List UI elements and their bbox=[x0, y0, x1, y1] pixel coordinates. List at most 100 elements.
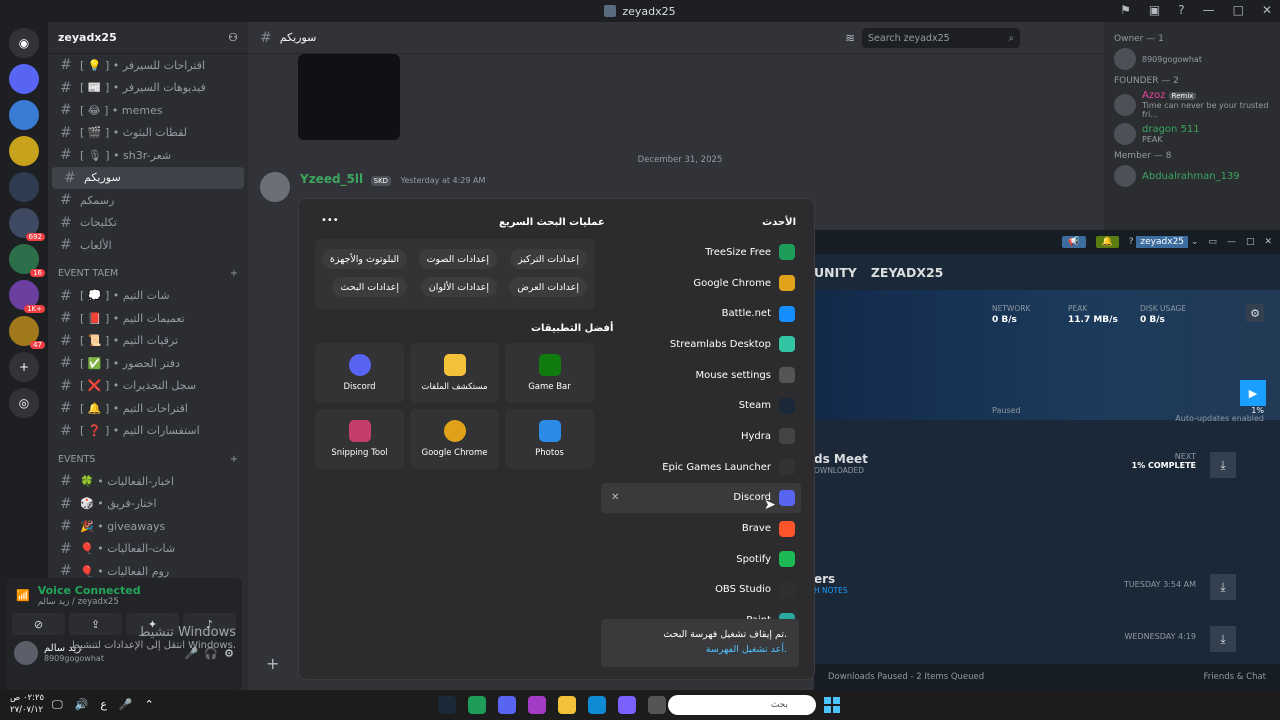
notifications-icon[interactable]: 🔔 bbox=[1095, 236, 1119, 248]
taskbar-search[interactable]: بحث bbox=[668, 695, 816, 715]
attach-button[interactable]: + bbox=[266, 654, 279, 673]
channel-item[interactable]: # [ 📕 ] • تعميمات التيم bbox=[48, 307, 248, 330]
channel-item[interactable]: # 🎉 • giveaways bbox=[48, 515, 248, 538]
recent-app-item[interactable]: Steam bbox=[601, 390, 801, 421]
recent-app-item[interactable]: OBS Studio bbox=[601, 575, 801, 606]
gear-icon[interactable]: ⚙ bbox=[1246, 304, 1264, 322]
maximize-button[interactable]: □ bbox=[1233, 3, 1244, 17]
tab-profile[interactable]: ZEYADX25 bbox=[871, 265, 944, 280]
channel-item[interactable]: # [ ✅ ] • دفتر الحضور bbox=[48, 352, 248, 375]
channel-item[interactable]: # سوريكم bbox=[52, 166, 244, 189]
server-icon[interactable] bbox=[9, 172, 39, 202]
server-icon[interactable] bbox=[9, 136, 39, 166]
notification-icon[interactable]: 🖵 bbox=[52, 698, 63, 712]
quick-search-chip[interactable]: إعدادات الألوان bbox=[420, 277, 497, 297]
avatar[interactable] bbox=[14, 641, 38, 665]
megaphone-icon[interactable]: 📢 bbox=[1062, 236, 1086, 248]
download-item[interactable]: ers H NOTES TUESDAY 3:54 AM ⤓ bbox=[814, 572, 1280, 600]
server-icon[interactable]: 47 bbox=[9, 316, 45, 349]
home-button[interactable]: ◉ bbox=[9, 28, 39, 58]
discover-icon[interactable]: ◎ bbox=[9, 388, 39, 418]
image-embed[interactable] bbox=[298, 54, 400, 140]
discord-taskbar-icon[interactable] bbox=[498, 696, 516, 714]
start-button[interactable] bbox=[824, 697, 840, 713]
app-tile[interactable]: Game Bar bbox=[505, 343, 594, 403]
threads-icon[interactable]: ≋ bbox=[845, 31, 855, 45]
add-member-icon[interactable]: ⚇ bbox=[228, 31, 238, 44]
category-events[interactable]: EVENTS + bbox=[48, 448, 248, 470]
server-icon[interactable]: 1K+ bbox=[9, 280, 45, 313]
close-icon[interactable]: ✕ bbox=[611, 492, 619, 503]
member-item[interactable]: 8909gogowhat bbox=[1114, 48, 1270, 70]
download-item[interactable]: ds Meet OWNLOADED NEXT 1% COMPLETE ⤓ bbox=[814, 452, 1280, 478]
quick-search-chip[interactable]: إعدادات التركيز bbox=[509, 249, 587, 269]
channel-item[interactable]: # الألعاب bbox=[48, 234, 248, 257]
recent-app-item[interactable]: Hydra bbox=[601, 421, 801, 452]
file-explorer-taskbar-icon[interactable] bbox=[558, 696, 576, 714]
channel-item[interactable]: # [ 💭 ] • شات التيم bbox=[48, 285, 248, 308]
taskbar-app-icon[interactable] bbox=[648, 696, 666, 714]
minimize-button[interactable]: — bbox=[1203, 3, 1215, 17]
avatar[interactable] bbox=[260, 172, 290, 202]
channel-item[interactable]: # [ 📰 ] • فيديوهات السيرفر bbox=[48, 77, 248, 100]
category-event-team[interactable]: EVENT TAEM + bbox=[48, 263, 248, 285]
mic-icon[interactable]: 🎤 bbox=[119, 698, 133, 712]
recent-app-item[interactable]: Google Chrome bbox=[601, 268, 801, 299]
channel-item[interactable]: # 🎲 • اختار-فريق bbox=[48, 493, 248, 516]
quick-search-chip[interactable]: إعدادات الصوت bbox=[418, 249, 497, 269]
edge-taskbar-icon[interactable] bbox=[588, 696, 606, 714]
quick-search-chip[interactable]: البلوتوث والأجهزة bbox=[321, 249, 407, 269]
channel-item[interactable]: # [ 💡 ] • اقتراحات للسيرفر bbox=[48, 54, 248, 77]
minimize-button[interactable]: — bbox=[1227, 237, 1236, 247]
channel-item[interactable]: # تكليجات bbox=[48, 212, 248, 235]
recent-app-item[interactable]: Battle.net bbox=[601, 298, 801, 329]
volume-icon[interactable]: 🔊 bbox=[75, 698, 89, 712]
channel-item[interactable]: # [ 🔔 ] • اقتراحات التيم bbox=[48, 397, 248, 420]
restart-indexing-link[interactable]: أعد تشغيل الفهرسة. bbox=[613, 644, 787, 655]
server-icon[interactable] bbox=[9, 100, 39, 130]
recent-app-item[interactable]: Streamlabs Desktop bbox=[601, 329, 801, 360]
recent-app-item[interactable]: Brave bbox=[601, 513, 801, 544]
steam-account[interactable]: ? zeyadx25 ⌄ bbox=[1129, 236, 1198, 248]
channel-item[interactable]: # رسمكم bbox=[48, 189, 248, 212]
channel-item[interactable]: # [ ❓ ] • استفسارات التيم bbox=[48, 420, 248, 443]
recent-app-item[interactable]: Spotify bbox=[601, 544, 801, 575]
video-off-button[interactable]: ⊘ bbox=[12, 613, 65, 635]
member-item[interactable]: dragon 511 PEAK bbox=[1114, 123, 1270, 145]
downloads-status[interactable]: Downloads Paused - 2 Items Queued bbox=[828, 672, 984, 682]
inbox-icon[interactable]: ⚑ bbox=[1120, 3, 1131, 17]
recent-app-item[interactable]: TreeSize Free bbox=[601, 237, 801, 268]
recent-app-item[interactable]: Mouse settings bbox=[601, 360, 801, 391]
quick-search-chip[interactable]: إعدادات العرض bbox=[509, 277, 587, 297]
recent-app-item[interactable]: Epic Games Launcher bbox=[601, 452, 801, 483]
server-icon[interactable]: 692 bbox=[9, 208, 45, 241]
tab-community[interactable]: UNITY bbox=[814, 265, 857, 280]
channel-item[interactable]: # [ 🎙 ] • sh3r-شعر bbox=[48, 144, 248, 167]
taskbar-app-icon[interactable] bbox=[468, 696, 486, 714]
app-tile[interactable]: Snipping Tool bbox=[315, 409, 404, 469]
taskbar-app-icon[interactable] bbox=[528, 696, 546, 714]
add-server-button[interactable]: + bbox=[9, 352, 39, 382]
app-tile[interactable]: Google Chrome bbox=[410, 409, 499, 469]
close-button[interactable]: ✕ bbox=[1262, 3, 1272, 17]
clock[interactable]: ٠٢:٢٥ ص ٢٧/٠٧/١٢ bbox=[10, 692, 44, 716]
channel-item[interactable]: # [ 🎬 ] • لقطات البثوث bbox=[48, 122, 248, 145]
copilot-taskbar-icon[interactable] bbox=[618, 696, 636, 714]
resume-button[interactable]: ▶ bbox=[1240, 380, 1266, 406]
download-icon[interactable]: ⤓ bbox=[1210, 574, 1236, 600]
channel-item[interactable]: # 🎈 • شات-الفعاليات bbox=[48, 538, 248, 561]
channel-item[interactable]: # [ 😂 ] • memes bbox=[48, 99, 248, 122]
app-tile[interactable]: Photos bbox=[505, 409, 594, 469]
language-indicator[interactable]: ع bbox=[100, 698, 107, 712]
app-tile[interactable]: مستكشف الملفات bbox=[410, 343, 499, 403]
more-icon[interactable]: ••• bbox=[321, 215, 339, 226]
quick-search-chip[interactable]: إعدادات البحث bbox=[332, 277, 407, 297]
chevron-up-icon[interactable]: ⌃ bbox=[145, 698, 154, 712]
message-author[interactable]: Yzeed_5ll bbox=[300, 172, 363, 186]
channel-item[interactable]: # [ 📜 ] • ترقيات التيم bbox=[48, 330, 248, 353]
steam-taskbar-icon[interactable] bbox=[438, 696, 456, 714]
screen-icon[interactable]: ▣ bbox=[1149, 3, 1160, 17]
download-icon[interactable]: ⤓ bbox=[1210, 626, 1236, 652]
channel-item[interactable]: # 🍀 • اخبار-الفعاليات bbox=[48, 470, 248, 493]
download-icon[interactable]: ⤓ bbox=[1210, 452, 1236, 478]
